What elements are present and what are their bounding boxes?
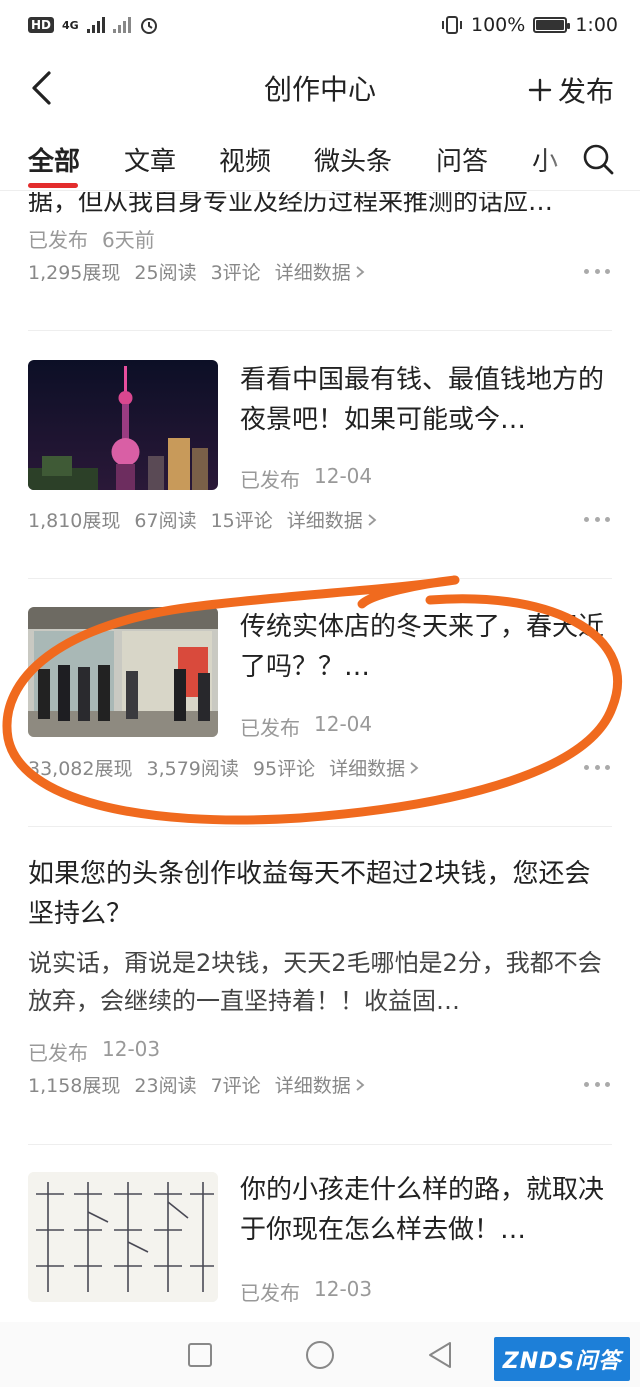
home-button[interactable] [304,1339,336,1371]
publish-time: 12-04 [314,464,373,488]
thumbnail-image[interactable] [28,360,218,490]
thumbnail-image[interactable] [28,607,218,737]
publish-time: 6天前 [102,228,155,252]
reads-count: 25阅读 [134,262,197,284]
night-city-tower-image [28,360,218,490]
network-label: 4G [62,18,79,32]
status-bar: HD 4G 100% 1:00 [0,0,640,50]
back-button[interactable] [24,71,58,105]
reads-count: 3,579阅读 [146,758,239,780]
divider [28,330,612,331]
tab-active-indicator [28,183,78,188]
chevron-left-icon [32,71,51,105]
battery-percent: 100% [471,14,526,36]
thumbnail-image[interactable] [28,1172,218,1302]
views-count: 33,082展现 [28,758,133,780]
item-3-meta: 已发布 12-03 [28,1037,160,1066]
publish-time: 12-03 [314,1277,373,1301]
search-button[interactable] [578,139,618,179]
alarm-icon [140,18,157,34]
recents-button[interactable] [186,1341,214,1369]
signal-icon [86,17,105,33]
comments-count: 7评论 [210,1075,261,1097]
chevron-right-icon [410,761,419,774]
more-options-button[interactable] [584,1077,610,1091]
comments-count: 15评论 [210,510,273,532]
article-abstract[interactable]: 说实话，甭说是2块钱，天天2毛哪怕是2分，我都不会放弃，会继续的一直坚持着！！收… [28,944,612,1020]
battery-fill [536,20,565,30]
hd-badge: HD [28,17,55,33]
item-0-stats: 1,295展现 25阅读 3评论 详细数据 [28,258,365,285]
search-icon [583,144,614,175]
detail-label: 详细数据 [286,510,363,532]
clipped-abstract: 据，但从我自身专业及经历过程来推测的话应… [28,192,554,216]
chevron-right-icon [356,1078,365,1091]
publish-status: 已发布 [240,468,300,492]
tab-videos[interactable]: 视频 [219,141,271,178]
storefront-people-image [28,607,218,737]
comments-count: 95评论 [252,758,316,780]
article-title[interactable]: 你的小孩走什么样的路，就取决于你现在怎么样去做！… [240,1170,612,1250]
watermark-logo: ZNDS问答 [494,1337,630,1381]
tab-all[interactable]: 全部 [28,141,80,178]
back-nav-button[interactable] [426,1340,454,1370]
detail-label: 详细数据 [274,1075,351,1097]
tab-articles[interactable]: 文章 [124,141,176,178]
publish-status: 已发布 [28,1041,88,1065]
detail-data-link[interactable]: 详细数据 [275,258,365,285]
detail-data-link[interactable]: 详细数据 [329,754,419,781]
detail-data-link[interactable]: 详细数据 [275,1071,365,1098]
comments-count: 3评论 [210,262,261,284]
views-count: 1,295展现 [28,262,121,284]
tab-bar: 全部 文章 视频 微头条 问答 小 [0,125,640,191]
chevron-right-icon [356,265,365,278]
more-options-button[interactable] [584,512,610,526]
article-title[interactable]: 如果您的头条创作收益每天不超过2块钱，您还会坚持么？ [28,854,612,934]
status-left: HD 4G [28,15,159,35]
detail-data-link[interactable]: 详细数据 [287,506,377,533]
chevron-right-icon [368,513,377,526]
signal-2-icon [112,17,131,33]
publish-button[interactable]: 发布 [528,70,614,110]
article-title[interactable]: 看看中国最有钱、最值钱地方的夜景吧！如果可能或今… [240,360,612,440]
tab-micro-posts[interactable]: 微头条 [314,141,392,178]
vibrate-icon [442,16,462,34]
item-2-meta: 已发布 12-04 [240,712,372,741]
divider [28,826,612,827]
tab-fade [540,125,580,190]
article-title[interactable]: 传统实体店的冬天来了，春天近了吗？？… [240,607,612,687]
item-2-stats: 33,082展现 3,579阅读 95评论 详细数据 [28,754,419,781]
item-3-stats: 1,158展现 23阅读 7评论 详细数据 [28,1071,365,1098]
detail-label: 详细数据 [274,262,351,284]
handwritten-chart-image [28,1172,218,1302]
publish-time: 12-04 [314,712,373,736]
status-right: 100% 1:00 [441,14,618,36]
publish-label: 发布 [557,75,614,108]
page-title: 创作中心 [263,73,376,106]
item-1-meta: 已发布 12-04 [240,464,372,493]
battery-icon [533,17,571,33]
publish-status: 已发布 [240,716,300,740]
publish-status: 已发布 [240,1281,300,1305]
plus-icon [528,78,552,102]
more-options-button[interactable] [584,760,610,774]
more-options-button[interactable] [584,264,610,278]
publish-time: 12-03 [102,1037,161,1061]
publish-status: 已发布 [28,228,88,252]
reads-count: 67阅读 [134,510,197,532]
divider [28,578,612,579]
content-feed[interactable]: 据，但从我自身专业及经历过程来推测的话应… 已发布 6天前 1,295展现 25… [0,192,640,1322]
item-0-meta: 已发布 6天前 [28,224,155,253]
tab-qa[interactable]: 问答 [436,141,488,178]
item-1-stats: 1,810展现 67阅读 15评论 详细数据 [28,506,377,533]
views-count: 1,158展现 [28,1075,121,1097]
divider [28,1144,612,1145]
detail-label: 详细数据 [329,758,406,780]
reads-count: 23阅读 [134,1075,197,1097]
item-4-meta: 已发布 12-03 [240,1277,372,1306]
clock: 1:00 [575,14,618,36]
views-count: 1,810展现 [28,510,121,532]
app-header: 创作中心 发布 [0,55,640,121]
